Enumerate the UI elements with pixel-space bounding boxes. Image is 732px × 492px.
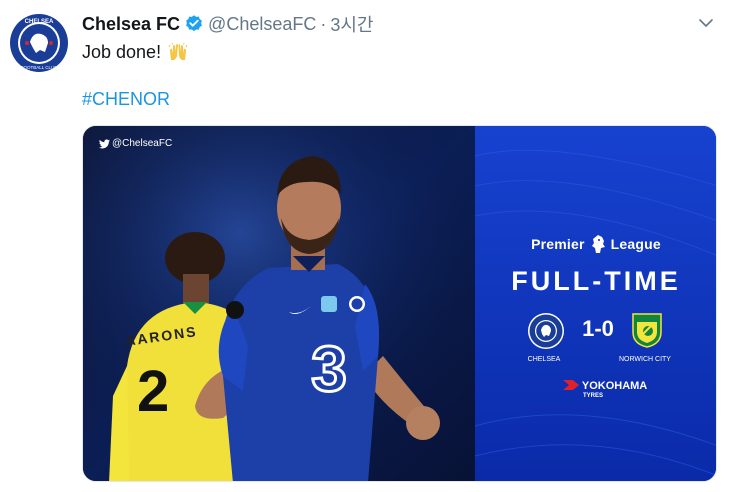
sponsor-logo: YOKOHAMA TYRES	[563, 380, 663, 401]
avatar[interactable]: CHELSEA FOOTBALL CLUB	[8, 12, 70, 74]
match-photo: 3	[83, 126, 716, 481]
competition-left: Premier	[531, 236, 585, 252]
twitter-bird-icon	[99, 138, 110, 148]
svg-text:FOOTBALL CLUB: FOOTBALL CLUB	[21, 65, 58, 70]
svg-text:CHELSEA: CHELSEA	[25, 19, 54, 25]
sponsor-sub: TYRES	[583, 393, 604, 399]
premier-league-lion-icon	[591, 235, 605, 253]
home-team-name: CHELSEA	[527, 356, 561, 363]
chelsea-crest-icon	[528, 313, 564, 349]
competition-right: League	[610, 236, 661, 252]
chelsea-crest-icon: CHELSEA FOOTBALL CLUB	[8, 12, 70, 74]
score: 1-0	[582, 316, 614, 341]
timestamp[interactable]: 3시간	[330, 11, 373, 37]
tweet-media-image[interactable]: 3 AARONS 2 @ChelseaFC Premier League FUL…	[82, 125, 717, 482]
player-back-number: 2	[137, 359, 170, 424]
norwich-crest-icon	[632, 313, 662, 348]
watermark: @ChelseaFC	[99, 138, 172, 149]
hashtag-link[interactable]: #CHENOR	[82, 89, 170, 110]
competition-title: Premier League	[475, 234, 716, 254]
tweet-body: Job done!	[82, 42, 162, 62]
verified-badge-icon	[186, 15, 202, 32]
away-team-name: NORWICH CITY	[619, 356, 671, 363]
yokohama-logo-icon	[563, 380, 579, 390]
tweet-text: Job done!	[82, 41, 188, 63]
watermark-text: @ChelseaFC	[112, 138, 173, 149]
raising-hands-icon	[168, 42, 188, 60]
separator-dot: ·	[320, 13, 327, 34]
chevron-down-icon[interactable]	[697, 14, 715, 32]
handle[interactable]: @ChelseaFC	[208, 14, 316, 35]
match-status: FULL-TIME	[511, 266, 681, 296]
tweet-header: Chelsea FC @ChelseaFC · 3시간	[82, 11, 374, 37]
svg-text:3: 3	[311, 333, 347, 405]
display-name[interactable]: Chelsea FC	[82, 14, 180, 35]
